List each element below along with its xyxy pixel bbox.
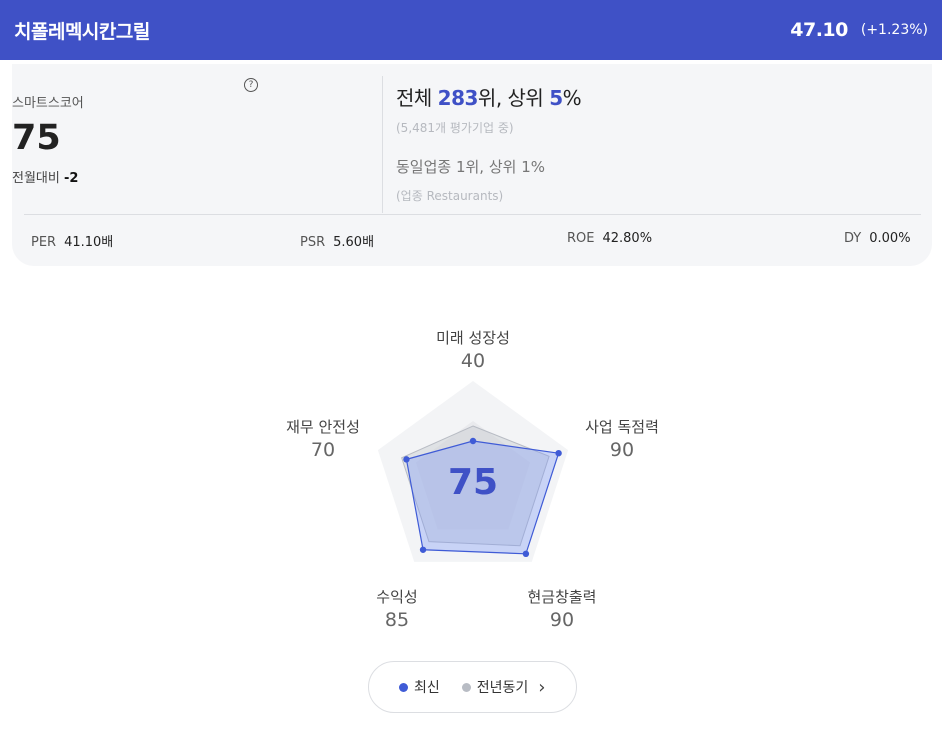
metric-dy: DY 0.00% bbox=[844, 231, 911, 246]
radar-axis-label: 미래 성장성 bbox=[436, 329, 510, 347]
legend-prior[interactable]: 전년동기 bbox=[461, 677, 529, 697]
industry-subtext: (업종 Restaurants) bbox=[396, 189, 504, 203]
radar-axis-label: 현금창출력 bbox=[527, 588, 596, 606]
radar-axis-value: 70 bbox=[311, 439, 335, 461]
delta-label: 전월대비 bbox=[12, 171, 60, 186]
metric-label: PER bbox=[31, 235, 57, 250]
delta-value: -2 bbox=[63, 171, 79, 186]
legend-latest-label: 최신 bbox=[414, 680, 440, 696]
rank-prefix: 전체 bbox=[396, 86, 438, 110]
series-latest-point bbox=[469, 437, 477, 445]
company-name: 치폴레멕시칸그릴 bbox=[14, 20, 150, 43]
rank-suffix: % bbox=[562, 86, 582, 110]
price-change: (+1.23%) bbox=[860, 22, 928, 38]
stock-price: 47.10 bbox=[790, 19, 848, 41]
series-latest-point bbox=[419, 546, 427, 553]
metric-label: ROE bbox=[567, 231, 595, 246]
series-latest-point bbox=[555, 449, 562, 457]
radar-axis-label: 사업 독점력 bbox=[585, 418, 659, 436]
divider-vertical bbox=[382, 76, 383, 213]
metric-value: 5.60배 bbox=[333, 235, 375, 250]
help-icon[interactable]: ? bbox=[244, 78, 258, 92]
rank-value: 283 bbox=[437, 86, 479, 110]
score-card: 스마트스코어 ? 75 전월대비 -2 전체 283위, 상위 5% (5,48… bbox=[12, 64, 932, 266]
radar-axis-value: 90 bbox=[610, 439, 634, 461]
rank-mid: 위, 상위 bbox=[477, 86, 550, 110]
radar-axis-label: 재무 안전성 bbox=[286, 418, 360, 436]
radar-axis-value: 90 bbox=[550, 609, 574, 631]
legend-latest[interactable]: 최신 bbox=[399, 677, 440, 697]
metric-label: DY bbox=[844, 231, 862, 246]
rank-percent: 5 bbox=[549, 86, 563, 110]
radar-axis-value: 40 bbox=[461, 350, 485, 372]
metric-label: PSR bbox=[300, 235, 326, 250]
divider-horizontal bbox=[24, 214, 921, 215]
legend-latest-dot bbox=[399, 682, 408, 692]
legend-prior-dot bbox=[461, 682, 471, 692]
radar-axis-value: 85 bbox=[385, 609, 409, 631]
overall-rank: 전체 283위, 상위 5% bbox=[396, 82, 582, 111]
rank-subtext: (5,481개 평가기업 중) bbox=[396, 121, 514, 135]
metric-value: 42.80% bbox=[602, 231, 653, 246]
metric-psr: PSR 5.60배 bbox=[300, 231, 374, 250]
series-latest-point bbox=[403, 456, 410, 463]
smart-score-label: 스마트스코어 bbox=[12, 96, 84, 111]
legend-prior-label: 전년동기 bbox=[476, 680, 529, 696]
metric-per: PER 41.10배 bbox=[31, 231, 113, 250]
monthly-delta: 전월대비 -2 bbox=[12, 167, 392, 186]
radar-center-score: 75 bbox=[448, 462, 498, 503]
metric-roe: ROE 42.80% bbox=[567, 231, 652, 246]
industry-rank: 동일업종 1위, 상위 1% bbox=[396, 158, 546, 176]
radar-chart: 75 미래 성장성 40 사업 독점력 90 현금창출력 90 수익성 85 재무 안전성 70 bbox=[286, 329, 659, 631]
metric-value: 0.00% bbox=[869, 231, 911, 246]
radar-axis-label: 수익성 bbox=[376, 588, 417, 606]
smart-score-value: 75 bbox=[12, 118, 61, 158]
top-bar: 치폴레멕시칸그릴 47.10 (+1.23%) bbox=[0, 0, 942, 60]
chevron-right-icon[interactable]: › bbox=[538, 677, 545, 698]
series-latest-point bbox=[522, 550, 530, 558]
metric-value: 41.10배 bbox=[64, 235, 114, 250]
legend-toggle[interactable]: 최신 전년동기 › bbox=[368, 661, 577, 713]
